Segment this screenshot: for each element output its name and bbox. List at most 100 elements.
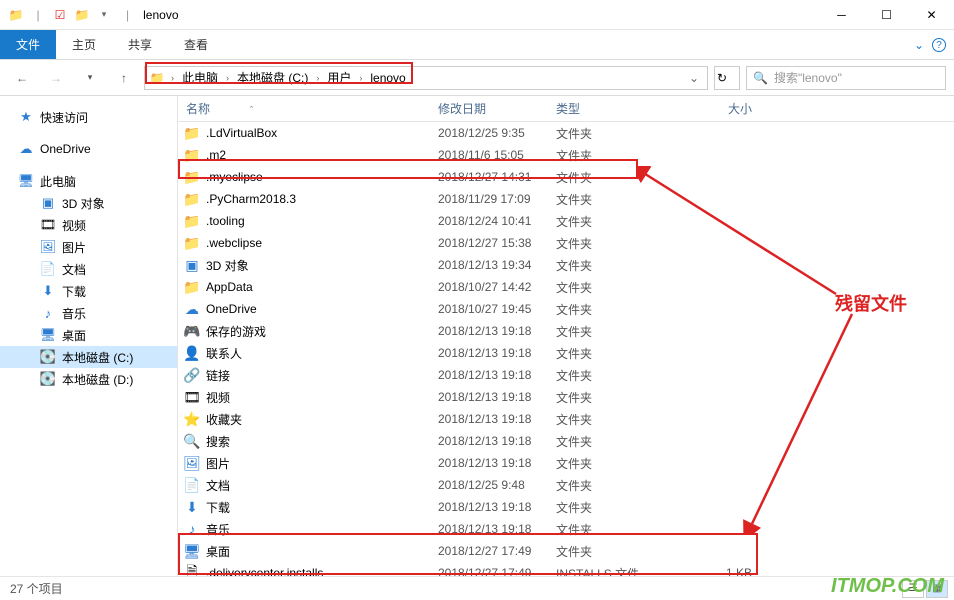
close-button[interactable]: ✕ bbox=[909, 0, 954, 30]
view-icons-button[interactable]: ▦ bbox=[926, 580, 948, 598]
file-row[interactable]: 🖥桌面2018/12/27 17:49文件夹 bbox=[178, 540, 954, 562]
file-name: 音乐 bbox=[202, 521, 438, 538]
sidebar-documents[interactable]: 📄文档 bbox=[0, 258, 177, 280]
up-button[interactable]: ↑ bbox=[110, 64, 138, 92]
chevron-icon[interactable]: › bbox=[224, 73, 231, 83]
address-bar[interactable]: 📁 › 此电脑 › 本地磁盘 (C:) › 用户 › lenovo ⌄ bbox=[144, 66, 708, 90]
help-icon[interactable]: ? bbox=[932, 38, 946, 52]
file-row[interactable]: 🔗链接2018/12/13 19:18文件夹 bbox=[178, 364, 954, 386]
file-type: 文件夹 bbox=[556, 521, 680, 538]
drive-icon: 💽 bbox=[40, 371, 56, 387]
file-date: 2018/10/27 19:45 bbox=[438, 302, 556, 316]
file-name: .myeclipse bbox=[202, 170, 438, 184]
back-button[interactable]: ← bbox=[8, 64, 36, 92]
column-date[interactable]: 修改日期 bbox=[438, 100, 556, 117]
column-size[interactable]: 大小 bbox=[680, 100, 760, 117]
chevron-icon[interactable]: › bbox=[169, 73, 176, 83]
ribbon-expand[interactable]: ⌄ ? bbox=[914, 30, 946, 60]
sidebar-videos[interactable]: 🎞视频 bbox=[0, 214, 177, 236]
file-name: .webclipse bbox=[202, 236, 438, 250]
file-icon: 🔗 bbox=[182, 366, 202, 384]
sidebar-quick-access[interactable]: ★快速访问 bbox=[0, 106, 177, 128]
file-date: 2018/12/13 19:18 bbox=[438, 324, 556, 338]
file-row[interactable]: ♪音乐2018/12/13 19:18文件夹 bbox=[178, 518, 954, 540]
quick-access-toolbar: 📁 | ☑ 📁 ▾ bbox=[0, 5, 120, 25]
file-date: 2018/10/27 14:42 bbox=[438, 280, 556, 294]
search-input[interactable]: 🔍 搜索"lenovo" bbox=[746, 66, 946, 90]
tab-file[interactable]: 文件 bbox=[0, 30, 56, 59]
breadcrumb-segment[interactable]: lenovo bbox=[364, 67, 411, 89]
sidebar-3d-objects[interactable]: ▣3D 对象 bbox=[0, 192, 177, 214]
file-icon: 🖼 bbox=[182, 454, 202, 472]
file-icon: ⭐ bbox=[182, 410, 202, 428]
sidebar-desktop[interactable]: 🖥桌面 bbox=[0, 324, 177, 346]
sidebar-pictures[interactable]: 🖼图片 bbox=[0, 236, 177, 258]
search-icon: 🔍 bbox=[753, 71, 768, 85]
sort-indicator-icon: ˆ bbox=[250, 105, 253, 115]
forward-button[interactable]: → bbox=[42, 64, 70, 92]
minimize-button[interactable]: ─ bbox=[819, 0, 864, 30]
sidebar-drive-d[interactable]: 💽本地磁盘 (D:) bbox=[0, 368, 177, 390]
file-row[interactable]: 🎮保存的游戏2018/12/13 19:18文件夹 bbox=[178, 320, 954, 342]
new-folder-icon[interactable]: 📁 bbox=[72, 5, 92, 25]
file-icon: 📁 bbox=[182, 234, 202, 252]
file-row[interactable]: ☁OneDrive2018/10/27 19:45文件夹 bbox=[178, 298, 954, 320]
file-row[interactable]: 🖼图片2018/12/13 19:18文件夹 bbox=[178, 452, 954, 474]
star-icon: ★ bbox=[18, 109, 34, 125]
qat-dropdown-icon[interactable]: ▾ bbox=[94, 5, 114, 25]
chevron-icon[interactable]: › bbox=[314, 73, 321, 83]
refresh-button[interactable]: ↻ bbox=[714, 66, 740, 90]
tab-home[interactable]: 主页 bbox=[56, 30, 112, 59]
file-row[interactable]: 👤联系人2018/12/13 19:18文件夹 bbox=[178, 342, 954, 364]
sidebar-this-pc[interactable]: 🖥此电脑 bbox=[0, 170, 177, 192]
file-name: 收藏夹 bbox=[202, 411, 438, 428]
title-separator: | bbox=[126, 8, 129, 22]
sidebar-onedrive[interactable]: ☁OneDrive bbox=[0, 138, 177, 160]
download-icon: ⬇ bbox=[40, 283, 56, 299]
file-date: 2018/12/13 19:18 bbox=[438, 456, 556, 470]
file-row[interactable]: 🗎.deliverycenter.installs2018/12/27 17:4… bbox=[178, 562, 954, 576]
column-name[interactable]: 名称ˆ bbox=[182, 100, 438, 117]
file-date: 2018/12/13 19:18 bbox=[438, 434, 556, 448]
file-date: 2018/12/25 9:35 bbox=[438, 126, 556, 140]
breadcrumb-segment[interactable]: 此电脑 bbox=[176, 67, 224, 89]
file-type: 文件夹 bbox=[556, 433, 680, 450]
file-row[interactable]: 📁.myeclipse2018/12/27 14:31文件夹 bbox=[178, 166, 954, 188]
file-row[interactable]: 📁.webclipse2018/12/27 15:38文件夹 bbox=[178, 232, 954, 254]
file-row[interactable]: 📁.tooling2018/12/24 10:41文件夹 bbox=[178, 210, 954, 232]
breadcrumb-segment[interactable]: 用户 bbox=[321, 67, 357, 89]
file-row[interactable]: 📁.m22018/11/6 15:05文件夹 bbox=[178, 144, 954, 166]
column-type[interactable]: 类型 bbox=[556, 100, 680, 117]
maximize-button[interactable]: ☐ bbox=[864, 0, 909, 30]
sidebar-drive-c[interactable]: 💽本地磁盘 (C:) bbox=[0, 346, 177, 368]
file-type: 文件夹 bbox=[556, 235, 680, 252]
file-type: 文件夹 bbox=[556, 213, 680, 230]
file-name: 视频 bbox=[202, 389, 438, 406]
film-icon: 🎞 bbox=[40, 217, 56, 233]
file-row[interactable]: 🎞视频2018/12/13 19:18文件夹 bbox=[178, 386, 954, 408]
view-details-button[interactable]: ☰ bbox=[902, 580, 924, 598]
file-type: 文件夹 bbox=[556, 367, 680, 384]
breadcrumb-segment[interactable]: 本地磁盘 (C:) bbox=[231, 67, 314, 89]
column-headers: 名称ˆ 修改日期 类型 大小 bbox=[178, 96, 954, 122]
file-row[interactable]: ⬇下载2018/12/13 19:18文件夹 bbox=[178, 496, 954, 518]
file-row[interactable]: ▣3D 对象2018/12/13 19:34文件夹 bbox=[178, 254, 954, 276]
file-date: 2018/12/13 19:18 bbox=[438, 346, 556, 360]
tab-share[interactable]: 共享 bbox=[112, 30, 168, 59]
sidebar-music[interactable]: ♪音乐 bbox=[0, 302, 177, 324]
file-type: 文件夹 bbox=[556, 301, 680, 318]
chevron-icon[interactable]: › bbox=[357, 73, 364, 83]
file-row[interactable]: ⭐收藏夹2018/12/13 19:18文件夹 bbox=[178, 408, 954, 430]
file-row[interactable]: 📄文档2018/12/25 9:48文件夹 bbox=[178, 474, 954, 496]
address-dropdown-icon[interactable]: ⌄ bbox=[683, 71, 705, 85]
tab-view[interactable]: 查看 bbox=[168, 30, 224, 59]
file-icon: 📁 bbox=[182, 124, 202, 142]
sidebar-downloads[interactable]: ⬇下载 bbox=[0, 280, 177, 302]
file-row[interactable]: 📁.LdVirtualBox2018/12/25 9:35文件夹 bbox=[178, 122, 954, 144]
file-row[interactable]: 🔍搜索2018/12/13 19:18文件夹 bbox=[178, 430, 954, 452]
statusbar: 27 个项目 ☰ ▦ bbox=[0, 576, 954, 600]
file-row[interactable]: 📁AppData2018/10/27 14:42文件夹 bbox=[178, 276, 954, 298]
recent-dropdown[interactable]: ▾ bbox=[76, 64, 104, 92]
properties-icon[interactable]: ☑ bbox=[50, 5, 70, 25]
file-row[interactable]: 📁.PyCharm2018.32018/11/29 17:09文件夹 bbox=[178, 188, 954, 210]
